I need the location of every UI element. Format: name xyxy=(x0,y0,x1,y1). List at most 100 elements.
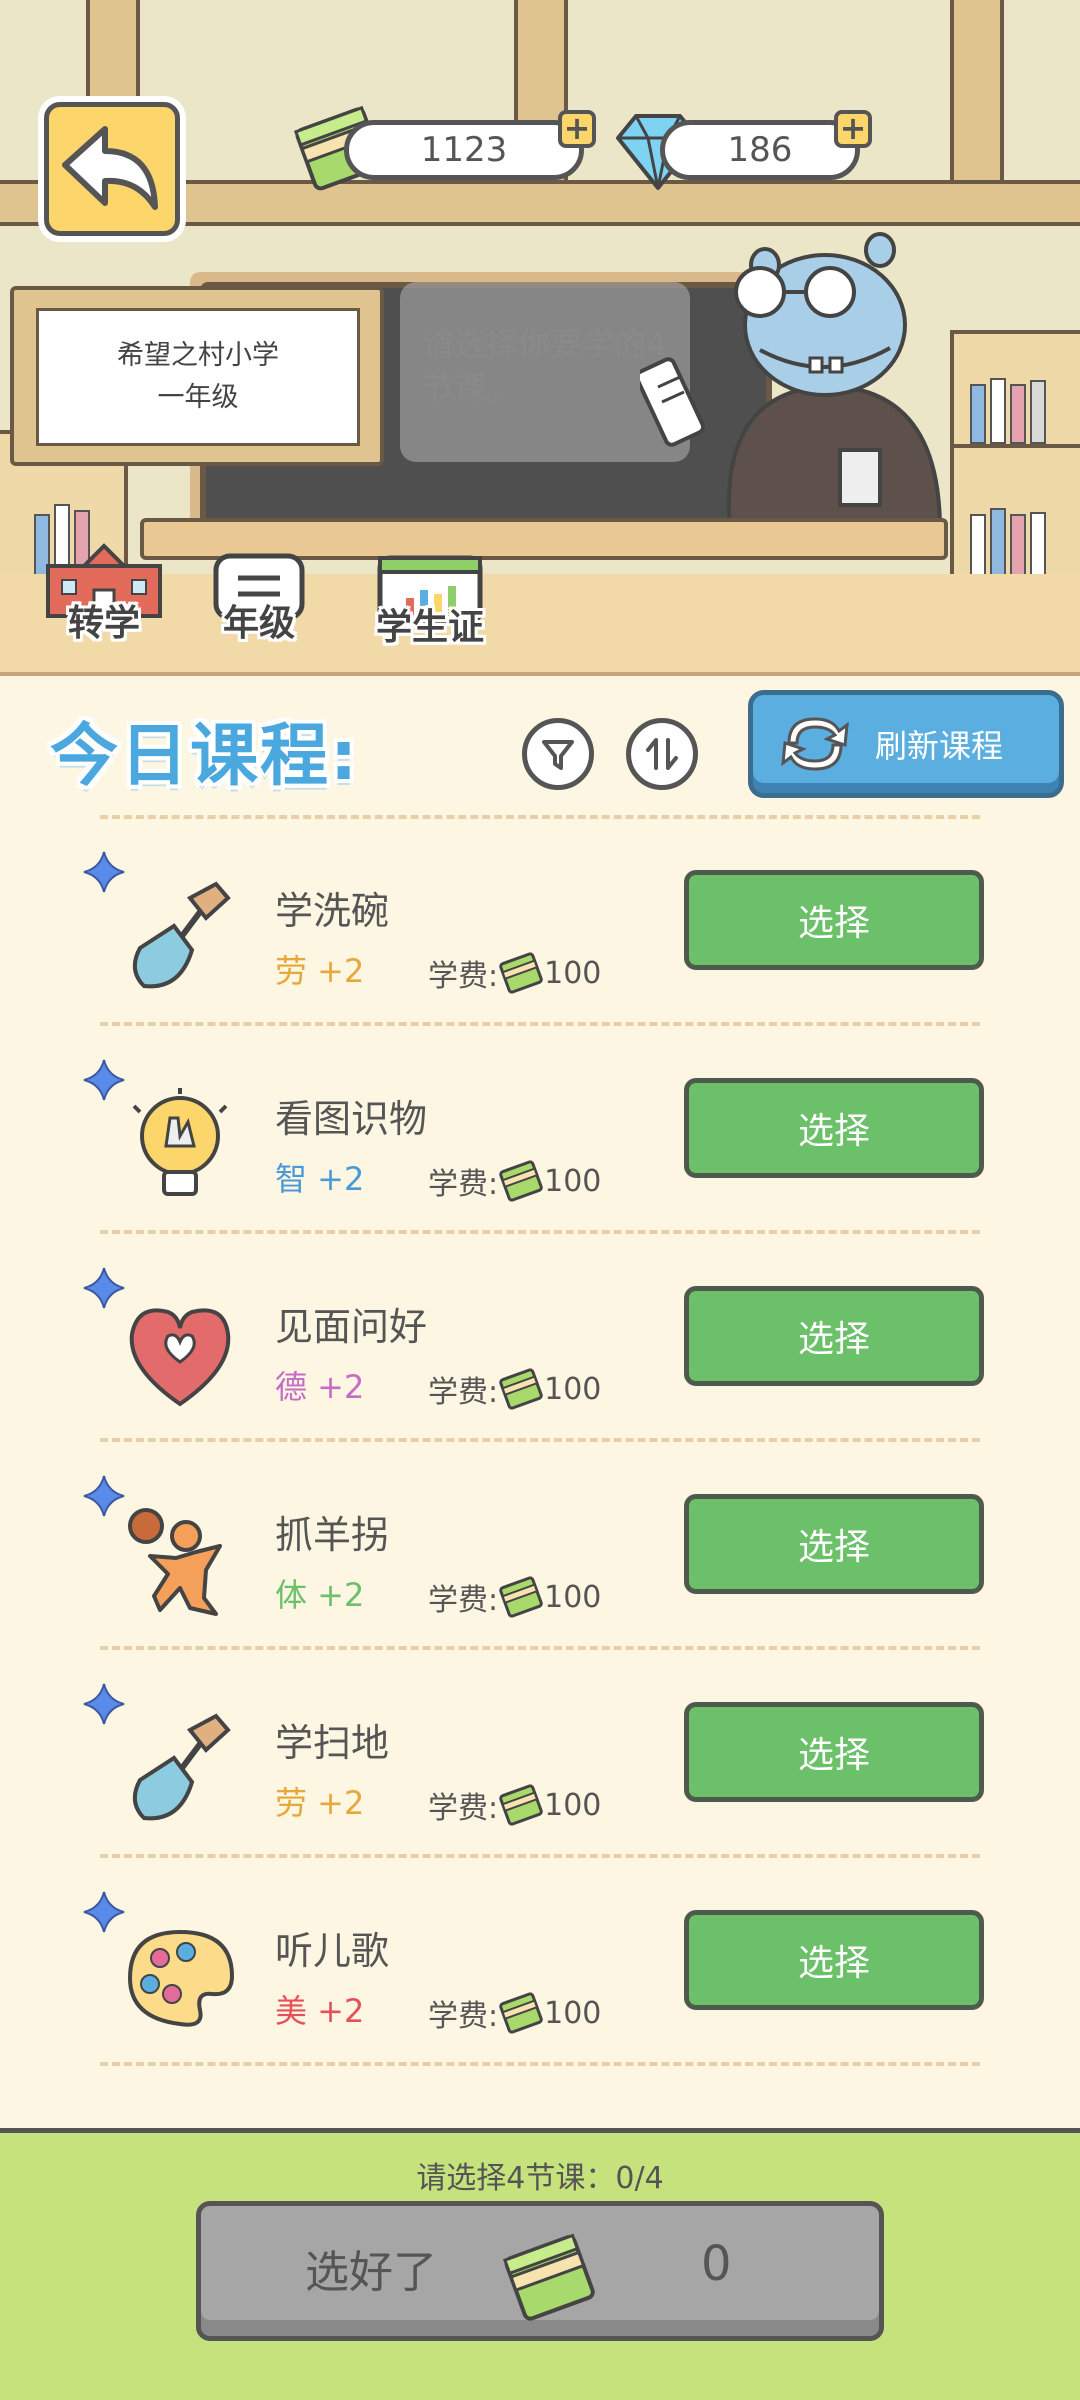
classroom-scene: 希望之村小学 一年级 请选择你要学的4节课。 1123 + 186 + 转学 年… xyxy=(0,0,1080,676)
select-course-button[interactable]: 选择 xyxy=(684,1702,984,1802)
fee-amount: 100 xyxy=(544,1579,602,1615)
fee-amount: 100 xyxy=(544,1787,602,1823)
divider xyxy=(100,1854,980,1858)
select-course-button[interactable]: 选择 xyxy=(684,1078,984,1178)
select-label: 选择 xyxy=(797,1527,870,1568)
fee-amount: 100 xyxy=(544,1163,602,1199)
fee-label: 学费: xyxy=(428,1583,499,1618)
course-item: 学扫地劳 +2 学费: 100 选择 xyxy=(70,1682,1010,1842)
confirm-selection-button[interactable]: 选好了 0 xyxy=(196,2201,884,2341)
course-item: 见面问好德 +2 学费: 100 选择 xyxy=(70,1266,1010,1426)
course-name: 看图识物 xyxy=(275,1097,428,1141)
fee-label: 学费: xyxy=(428,1167,499,1202)
hippo-teacher-icon xyxy=(726,232,943,530)
cash-counter: 1123 xyxy=(344,120,584,180)
select-label: 选择 xyxy=(797,1319,870,1360)
cash-stack-icon xyxy=(502,2233,595,2321)
back-arrow-icon xyxy=(62,126,158,210)
confirm-label: 选好了 xyxy=(305,2247,437,2298)
cash-icon xyxy=(499,1576,543,1618)
course-stat-bonus: 劳 +2 xyxy=(275,1784,365,1822)
heart-icon xyxy=(120,1294,240,1414)
course-name: 学洗碗 xyxy=(275,889,390,933)
grade-name: 一年级 xyxy=(157,382,239,413)
fee-label: 学费: xyxy=(428,959,499,994)
select-label: 选择 xyxy=(797,1111,870,1152)
nav-student-card-label: 学生证 xyxy=(375,607,484,648)
divider xyxy=(100,1022,980,1026)
course-stat-bonus: 劳 +2 xyxy=(275,952,365,990)
course-fee: 学费: 100 xyxy=(428,948,601,998)
selection-progress: 请选择4节课：0/4 xyxy=(416,2161,664,2196)
nav-student-card[interactable]: 学生证 xyxy=(370,548,490,650)
paper-scroll-icon xyxy=(640,357,706,447)
course-name: 听儿歌 xyxy=(275,1929,390,1973)
select-course-button[interactable]: 选择 xyxy=(684,1910,984,2010)
athlete-icon xyxy=(120,1502,240,1622)
fee-label: 学费: xyxy=(428,1999,499,2034)
diamond-counter: 186 xyxy=(660,120,860,180)
course-fee: 学费: 100 xyxy=(428,1780,601,1830)
course-fee: 学费: 100 xyxy=(428,1364,601,1414)
lightbulb-icon xyxy=(120,1086,240,1206)
cash-icon xyxy=(499,1368,543,1410)
fee-amount: 100 xyxy=(544,1371,602,1407)
course-item: 抓羊拐体 +2 学费: 100 选择 xyxy=(70,1474,1010,1634)
sort-button[interactable] xyxy=(626,718,698,790)
course-item: 学洗碗劳 +2 学费: 100 选择 xyxy=(70,850,1010,1010)
course-item: 听儿歌美 +2 学费: 100 选择 xyxy=(70,1890,1010,2050)
cash-icon xyxy=(499,1784,543,1826)
course-name: 见面问好 xyxy=(275,1305,428,1349)
shovel-icon xyxy=(120,1710,240,1830)
refresh-label: 刷新课程 xyxy=(875,727,1004,765)
course-name: 学扫地 xyxy=(275,1721,390,1765)
filter-icon xyxy=(542,740,574,770)
fee-amount: 100 xyxy=(544,1995,602,2031)
course-stat-bonus: 体 +2 xyxy=(275,1576,365,1614)
select-label: 选择 xyxy=(797,1735,870,1776)
nav-grade[interactable]: 年级 xyxy=(204,548,314,646)
cash-icon xyxy=(499,952,543,994)
fee-amount: 100 xyxy=(544,955,602,991)
select-course-button[interactable]: 选择 xyxy=(684,1286,984,1386)
today-courses-title: 今日课程: xyxy=(50,717,360,796)
divider xyxy=(100,1438,980,1442)
wood-beam xyxy=(950,0,1004,200)
cash-icon xyxy=(499,1992,543,2034)
cash-icon xyxy=(499,1160,543,1202)
select-course-button[interactable]: 选择 xyxy=(684,870,984,970)
footer-bar: 请选择4节课：0/4 选好了 0 xyxy=(0,2128,1080,2400)
fee-label: 学费: xyxy=(428,1375,499,1410)
course-stat-bonus: 美 +2 xyxy=(275,1992,365,2030)
sort-icon xyxy=(646,738,678,770)
diamond-value: 186 xyxy=(727,130,793,170)
select-course-button[interactable]: 选择 xyxy=(684,1494,984,1594)
back-button[interactable] xyxy=(44,102,180,236)
divider xyxy=(100,1230,980,1234)
nav-transfer[interactable]: 转学 xyxy=(34,540,174,646)
school-name: 希望之村小学 xyxy=(117,340,279,371)
bookshelf xyxy=(950,330,1080,588)
divider xyxy=(100,2062,980,2066)
course-fee: 学费: 100 xyxy=(428,1156,601,1206)
select-label: 选择 xyxy=(797,903,870,944)
course-stat-bonus: 智 +2 xyxy=(275,1160,365,1198)
shovel-icon xyxy=(120,878,240,998)
course-name: 抓羊拐 xyxy=(275,1513,390,1557)
refresh-courses-button[interactable]: 刷新课程 xyxy=(748,690,1064,798)
refresh-icon xyxy=(781,717,849,771)
total-cost: 0 xyxy=(701,2236,732,2292)
divider xyxy=(100,1646,980,1650)
add-cash-button[interactable]: + xyxy=(558,110,596,148)
select-label: 选择 xyxy=(797,1943,870,1984)
school-sign: 希望之村小学 一年级 xyxy=(10,286,384,466)
course-item: 看图识物智 +2 学费: 100 选择 xyxy=(70,1058,1010,1218)
add-diamond-button[interactable]: + xyxy=(834,110,872,148)
palette-icon xyxy=(120,1918,240,2038)
course-fee: 学费: 100 xyxy=(428,1988,601,2038)
cash-value: 1123 xyxy=(420,130,508,170)
divider xyxy=(100,815,980,819)
course-fee: 学费: 100 xyxy=(428,1572,601,1622)
filter-button[interactable] xyxy=(522,718,594,790)
course-stat-bonus: 德 +2 xyxy=(275,1368,365,1406)
